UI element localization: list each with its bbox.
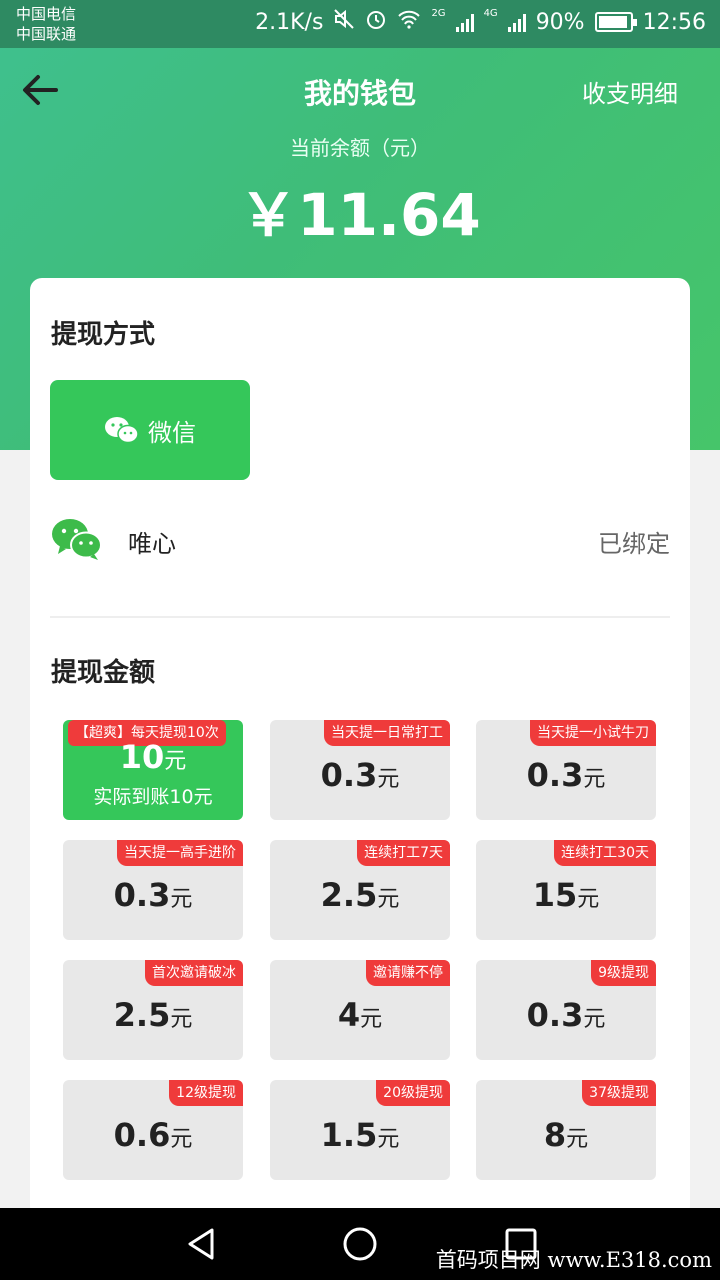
carrier-1: 中国电信 (16, 5, 77, 23)
amount-option[interactable]: 【超爽】每天提现10次 10元 实际到账10元 (63, 720, 243, 820)
amount-option-tag: 当天提一日常打工 (324, 720, 450, 746)
amount-unit: 元 (583, 767, 606, 792)
back-triangle-icon[interactable] (184, 1226, 218, 1262)
amount-option[interactable]: 当天提一高手进阶 0.3元 (63, 840, 243, 940)
amount-option-value: 4元 (270, 996, 450, 1034)
bind-status: 已绑定 (598, 530, 670, 558)
mute-icon (333, 8, 355, 36)
amount-number: 15 (532, 876, 578, 914)
amount-unit: 元 (360, 1007, 383, 1032)
amount-number: 2.5 (320, 876, 378, 914)
amount-option-tag: 9级提现 (591, 960, 656, 986)
amount-option[interactable]: 37级提现 8元 (476, 1080, 656, 1180)
amount-option-value: 0.3元 (270, 756, 450, 794)
amount-option-value: 8元 (476, 1116, 656, 1154)
amount-number: 2.5 (113, 996, 171, 1034)
divider (50, 616, 670, 618)
amount-option-value: 0.6元 (63, 1116, 243, 1154)
signal-icon-2 (507, 12, 526, 32)
amount-option-subtitle: 实际到账10元 (93, 786, 213, 808)
wechat-logo-icon (52, 519, 102, 560)
withdraw-amount-title: 提现金额 (51, 658, 156, 688)
amount-option-value: 15元 (476, 876, 656, 914)
signal-icon-1 (455, 12, 474, 32)
transactions-link[interactable]: 收支明细 (582, 74, 678, 109)
amount-option-tag: 当天提一高手进阶 (117, 840, 243, 866)
top-nav: 我的钱包 收支明细 (0, 48, 720, 132)
watermark: 首码项目网 www.E318.com (435, 1248, 712, 1272)
network-type-2: 4G (483, 8, 498, 19)
amount-option-value: 0.3元 (63, 876, 243, 914)
amount-option[interactable]: 连续打工7天 2.5元 (270, 840, 450, 940)
amount-unit: 元 (170, 887, 193, 912)
amount-number: 0.3 (320, 756, 378, 794)
amount-option-tag: 首次邀请破冰 (145, 960, 243, 986)
amount-number: 4 (337, 996, 361, 1034)
amount-unit: 元 (164, 749, 187, 774)
amount-option[interactable]: 当天提一日常打工 0.3元 (270, 720, 450, 820)
network-speed: 2.1K/s (255, 9, 324, 35)
amount-unit: 元 (170, 1007, 193, 1032)
amount-number: 10 (119, 738, 165, 776)
amount-option-value: 0.3元 (476, 756, 656, 794)
amount-option[interactable]: 12级提现 0.6元 (63, 1080, 243, 1180)
amount-unit: 元 (377, 767, 400, 792)
amount-option-tag: 37级提现 (582, 1080, 656, 1106)
amount-unit: 元 (377, 1127, 400, 1152)
amount-option-value: 0.3元 (476, 996, 656, 1034)
battery-icon (594, 12, 637, 32)
amount-option-tag: 连续打工7天 (357, 840, 450, 866)
amount-option-tag: 20级提现 (376, 1080, 450, 1106)
wechat-button-label: 微信 (148, 418, 196, 447)
alarm-icon (365, 8, 387, 36)
amount-option-tag: 当天提一小试牛刀 (530, 720, 656, 746)
wallet-card: 提现方式 微信 唯心 已绑定 提现金额 【超爽】每天提现10次 10元 实际到账10… (30, 278, 690, 1218)
clock: 12:56 (642, 9, 706, 35)
amount-unit: 元 (583, 1007, 606, 1032)
account-name: 唯心 (128, 530, 176, 558)
amount-unit: 元 (377, 887, 400, 912)
bound-account-row: 唯心 已绑定 (30, 508, 690, 572)
carrier-info: 中国电信 中国联通 (16, 4, 76, 44)
amount-option[interactable]: 邀请赚不停 4元 (270, 960, 450, 1060)
amount-option[interactable]: 9级提现 0.3元 (476, 960, 656, 1060)
network-type-1: 2G (431, 8, 446, 19)
amount-option-tag: 连续打工30天 (554, 840, 656, 866)
amount-option[interactable]: 首次邀请破冰 2.5元 (63, 960, 243, 1060)
home-circle-icon[interactable] (342, 1226, 378, 1262)
amount-option[interactable]: 当天提一小试牛刀 0.3元 (476, 720, 656, 820)
wechat-method-button[interactable]: 微信 (50, 380, 250, 480)
amount-unit: 元 (566, 1127, 589, 1152)
amount-option[interactable]: 20级提现 1.5元 (270, 1080, 450, 1180)
amount-number: 0.3 (113, 876, 171, 914)
amount-option-value: 10元 (63, 738, 243, 776)
amount-unit: 元 (577, 887, 600, 912)
balance-amount: ￥11.64 (239, 181, 481, 249)
status-bar: 中国电信 中国联通 2.1K/s 2G 4G 90% 12:56 (0, 0, 720, 48)
carrier-2: 中国联通 (16, 25, 77, 43)
amount-option-value: 2.5元 (63, 996, 243, 1034)
withdraw-method-title: 提现方式 (51, 320, 156, 350)
amount-option-tag: 12级提现 (169, 1080, 243, 1106)
amount-option[interactable]: 连续打工30天 15元 (476, 840, 656, 940)
battery-percent: 90% (535, 9, 585, 35)
amount-number: 0.3 (526, 756, 584, 794)
wechat-icon (105, 417, 139, 444)
amount-number: 0.6 (113, 1116, 171, 1154)
amount-option-tag: 邀请赚不停 (366, 960, 450, 986)
amount-option-value: 2.5元 (270, 876, 450, 914)
system-nav-bar: 首码项目网 www.E318.com (0, 1208, 720, 1280)
status-indicators: 2.1K/s 2G 4G 90% 12:56 (255, 8, 706, 36)
amount-number: 1.5 (320, 1116, 378, 1154)
balance-label: 当前余额（元） (290, 136, 430, 160)
amount-number: 0.3 (526, 996, 584, 1034)
wifi-icon (397, 9, 421, 35)
amount-number: 8 (543, 1116, 567, 1154)
amount-unit: 元 (170, 1127, 193, 1152)
amount-option-value: 1.5元 (270, 1116, 450, 1154)
